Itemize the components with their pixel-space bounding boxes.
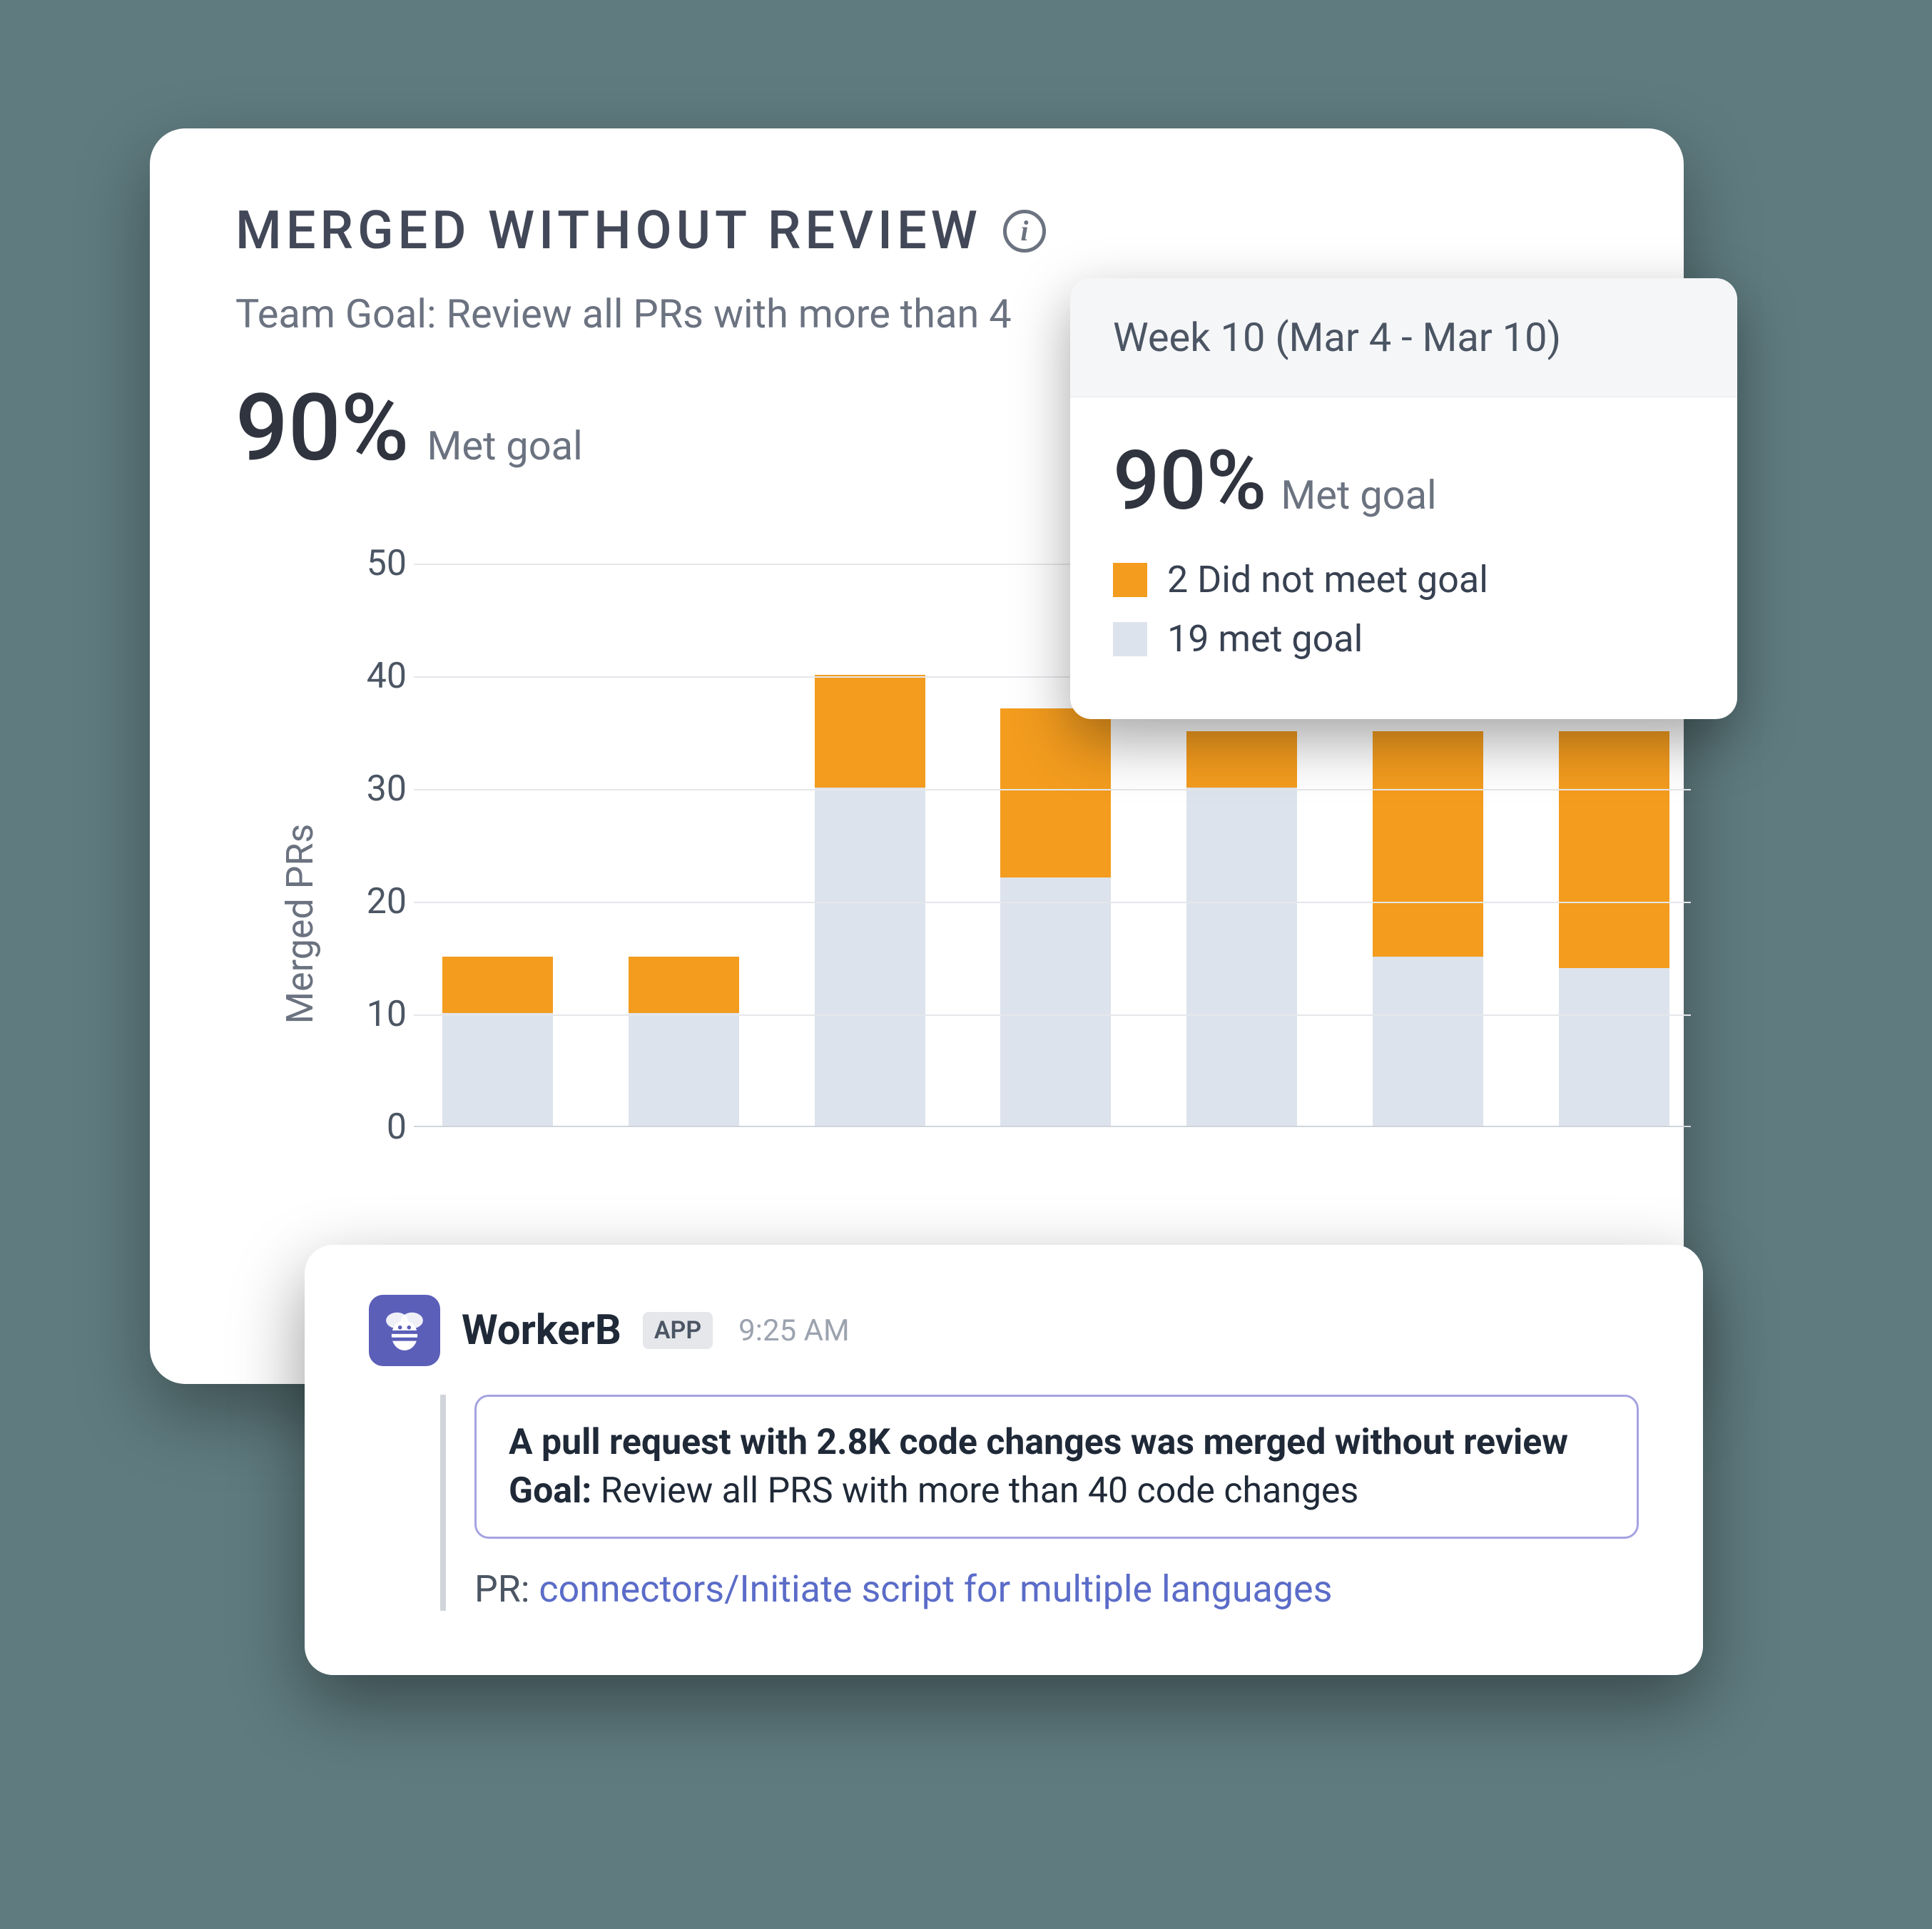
bar-segment-not-met xyxy=(1373,731,1483,957)
tooltip-body: 90% Met goal 2 Did not meet goal 19 met … xyxy=(1070,397,1737,719)
bar-segment-not-met xyxy=(1000,708,1111,877)
bar-segment-not-met xyxy=(815,675,925,788)
bar[interactable] xyxy=(1000,708,1111,1126)
y-tick: 10 xyxy=(342,994,407,1035)
legend-not-met: 2 Did not meet goal xyxy=(1113,558,1694,601)
tooltip-card: Week 10 (Mar 4 - Mar 10) 90% Met goal 2 … xyxy=(1070,278,1737,719)
app-avatar xyxy=(369,1295,440,1366)
app-name: WorkerB xyxy=(462,1306,621,1355)
pr-line: PR: connectors/Initiate script for multi… xyxy=(474,1567,1639,1611)
card-title: MERGED WITHOUT REVIEW xyxy=(235,200,982,262)
bar-segment-met xyxy=(629,1013,739,1126)
bar-segment-met xyxy=(1000,877,1111,1126)
pr-link[interactable]: connectors/Initiate script for multiple … xyxy=(539,1567,1332,1611)
bar-segment-met xyxy=(1186,788,1297,1126)
swatch-orange xyxy=(1113,563,1147,597)
goal-text: Review all PRS with more than 40 code ch… xyxy=(591,1470,1358,1512)
legend-met: 19 met goal xyxy=(1113,617,1694,661)
bar-segment-met xyxy=(1373,957,1483,1126)
timestamp: 9:25 AM xyxy=(738,1313,849,1348)
y-tick: 20 xyxy=(342,881,407,922)
bar-segment-met xyxy=(815,788,925,1126)
bar-segment-not-met xyxy=(629,957,739,1013)
legend-met-text: 19 met goal xyxy=(1167,617,1363,661)
y-tick: 50 xyxy=(342,543,407,584)
info-icon[interactable]: i xyxy=(1003,210,1046,253)
notification-header: WorkerB APP 9:25 AM xyxy=(369,1295,1639,1366)
app-badge: APP xyxy=(643,1312,713,1349)
notification-content: A pull request with 2.8K code changes wa… xyxy=(440,1395,1639,1611)
y-tick: 30 xyxy=(342,768,407,810)
title-row: MERGED WITHOUT REVIEW i xyxy=(235,200,1598,262)
bar-segment-not-met xyxy=(1186,731,1297,788)
bar[interactable] xyxy=(442,957,553,1126)
bee-icon xyxy=(380,1305,429,1355)
bar-segment-not-met xyxy=(442,957,553,1013)
notification-card: WorkerB APP 9:25 AM A pull request with … xyxy=(305,1245,1703,1675)
bar-segment-met xyxy=(1559,968,1669,1126)
tooltip-percentage: 90% xyxy=(1113,433,1266,529)
tooltip-metric: 90% Met goal xyxy=(1113,433,1694,529)
tooltip-header: Week 10 (Mar 4 - Mar 10) xyxy=(1070,278,1737,397)
goal-label: Goal: xyxy=(509,1470,591,1512)
bar[interactable] xyxy=(815,675,925,1126)
notice-line1: A pull request with 2.8K code changes wa… xyxy=(509,1422,1605,1463)
metric-percentage: 90% xyxy=(235,373,410,482)
tooltip-met-label: Met goal xyxy=(1281,472,1436,519)
y-axis-label: Merged PRs xyxy=(278,823,322,1024)
pr-prefix: PR: xyxy=(474,1567,539,1611)
metric-label: Met goal xyxy=(427,422,583,469)
notice-box: A pull request with 2.8K code changes wa… xyxy=(474,1395,1639,1539)
bar[interactable] xyxy=(629,957,739,1126)
bar-segment-not-met xyxy=(1559,731,1669,968)
y-tick: 40 xyxy=(342,656,407,697)
bar-segment-met xyxy=(442,1013,553,1126)
legend-not-met-text: 2 Did not meet goal xyxy=(1167,558,1488,601)
notice-line2: Goal: Review all PRS with more than 40 c… xyxy=(509,1470,1605,1512)
swatch-grey xyxy=(1113,622,1147,656)
y-tick: 0 xyxy=(342,1106,407,1148)
